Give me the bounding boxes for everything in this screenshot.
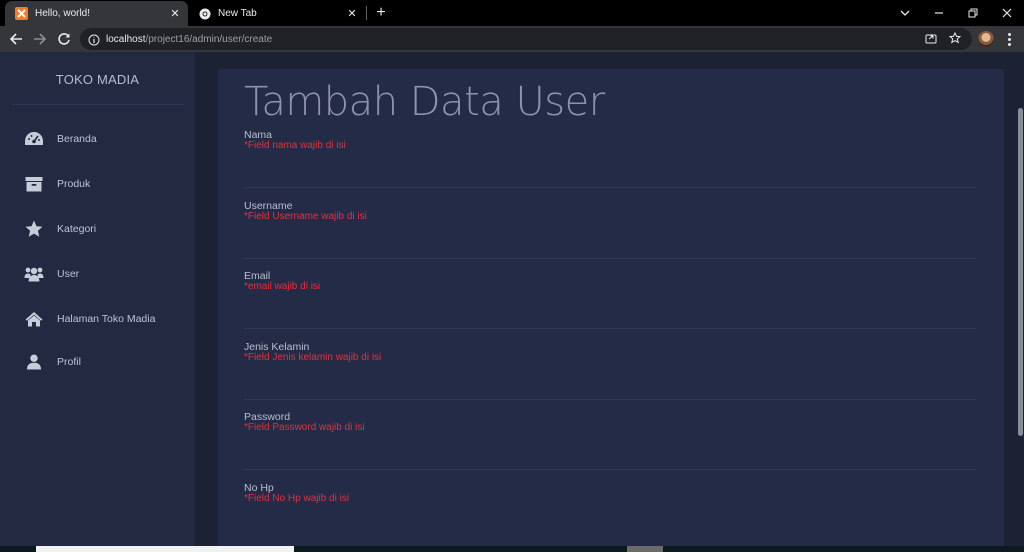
close-tab-icon[interactable]: ✕ — [345, 7, 359, 21]
sidebar-item-label: User — [57, 268, 80, 280]
sidebar: TOKO MADIA Beranda Produk Kategori User — [0, 52, 195, 552]
forward-arrow-icon[interactable] — [31, 30, 49, 48]
sidebar-divider — [12, 104, 184, 105]
sidebar-item-halaman-toko[interactable]: Halaman Toko Madia — [0, 304, 195, 334]
home-icon — [24, 309, 44, 329]
url-text[interactable]: localhost/project16/admin/user/create — [106, 34, 272, 45]
field-error: *email wajib di isi — [244, 281, 321, 292]
sidebar-item-beranda[interactable]: Beranda — [0, 124, 195, 154]
field-error: *Field No Hp wajib di isi — [244, 493, 350, 504]
browser-toolbar: localhost/project16/admin/user/create — [0, 26, 1024, 52]
dashboard-icon — [24, 129, 44, 149]
field-underline — [244, 258, 976, 259]
sidebar-item-kategori[interactable]: Kategori — [0, 214, 195, 244]
field-error: *Field Jenis kelamin wajib di isi — [244, 352, 382, 363]
field-nama: Nama *Field nama wajib di isi — [244, 129, 976, 199]
sidebar-item-label: Produk — [57, 178, 91, 190]
restore-button[interactable] — [956, 0, 990, 26]
tab-title: New Tab — [218, 8, 257, 19]
profile-avatar[interactable] — [978, 31, 994, 47]
tab-new-tab[interactable]: New Tab ✕ — [188, 1, 365, 26]
address-bar[interactable]: localhost/project16/admin/user/create — [80, 28, 972, 50]
sidebar-item-user[interactable]: User — [0, 259, 195, 289]
minimize-button[interactable] — [922, 0, 956, 26]
field-error: *Field Username wajib di isi — [244, 211, 367, 222]
form-card: Tambah Data User Nama *Field nama wajib … — [218, 69, 1004, 552]
taskbar-active-app[interactable] — [627, 546, 663, 552]
scrollbar-thumb[interactable] — [1018, 108, 1023, 436]
field-underline — [244, 469, 976, 470]
page-title: Tambah Data User — [244, 79, 605, 125]
jenis-kelamin-input[interactable] — [244, 367, 976, 397]
page-scrollbar[interactable] — [1016, 52, 1024, 552]
xampp-icon — [15, 7, 28, 20]
brand-title[interactable]: TOKO MADIA — [0, 72, 195, 87]
sidebar-item-produk[interactable]: Produk — [0, 169, 195, 199]
tab-search-chevron-icon[interactable] — [888, 0, 922, 26]
share-icon[interactable] — [924, 31, 938, 45]
field-underline — [244, 328, 976, 329]
taskbar-search-box[interactable] — [36, 546, 294, 552]
user-icon — [24, 352, 44, 372]
field-underline — [244, 187, 976, 188]
new-tab-button[interactable]: + — [372, 4, 390, 22]
sidebar-item-label: Kategori — [57, 223, 97, 235]
field-error: *Field nama wajib di isi — [244, 140, 346, 151]
field-email: Email *email wajib di isi — [244, 270, 976, 340]
browser-tab-bar: Hello, world! ✕ New Tab ✕ + — [0, 0, 1024, 26]
back-arrow-icon[interactable] — [7, 30, 25, 48]
sidebar-item-label: Halaman Toko Madia — [57, 313, 156, 325]
tab-title: Hello, world! — [35, 8, 91, 19]
field-underline — [244, 399, 976, 400]
archive-box-icon — [24, 174, 44, 194]
email-input[interactable] — [244, 296, 976, 326]
tab-divider — [366, 6, 367, 20]
tab-hello-world[interactable]: Hello, world! ✕ — [5, 1, 188, 26]
chrome-icon — [198, 7, 211, 20]
field-jenis-kelamin: Jenis Kelamin *Field Jenis kelamin wajib… — [244, 341, 976, 411]
browser-menu-icon[interactable] — [1004, 30, 1014, 48]
os-taskbar — [0, 546, 1024, 552]
reload-icon[interactable] — [55, 30, 73, 48]
sidebar-item-label: Beranda — [57, 133, 97, 145]
url-host: localhost — [106, 33, 146, 45]
site-info-icon[interactable] — [88, 33, 100, 46]
field-no-hp: No Hp *Field No Hp wajib di isi — [244, 482, 976, 552]
star-icon — [24, 219, 44, 239]
close-window-button[interactable] — [990, 0, 1024, 26]
field-username: Username *Field Username wajib di isi — [244, 200, 976, 270]
field-password: Password *Field Password wajib di isi — [244, 411, 976, 481]
sidebar-item-label: Profil — [57, 356, 81, 368]
username-input[interactable] — [244, 226, 976, 256]
password-input[interactable] — [244, 437, 976, 467]
no-hp-input[interactable] — [244, 508, 976, 538]
close-tab-icon[interactable]: ✕ — [168, 7, 182, 21]
users-icon — [24, 264, 44, 284]
bookmark-star-icon[interactable] — [948, 31, 962, 45]
url-path: /project16/admin/user/create — [145, 33, 273, 45]
field-error: *Field Password wajib di isi — [244, 422, 365, 433]
page: TOKO MADIA Beranda Produk Kategori User — [0, 52, 1024, 552]
nama-input[interactable] — [244, 155, 976, 185]
sidebar-item-profil[interactable]: Profil — [0, 347, 195, 377]
